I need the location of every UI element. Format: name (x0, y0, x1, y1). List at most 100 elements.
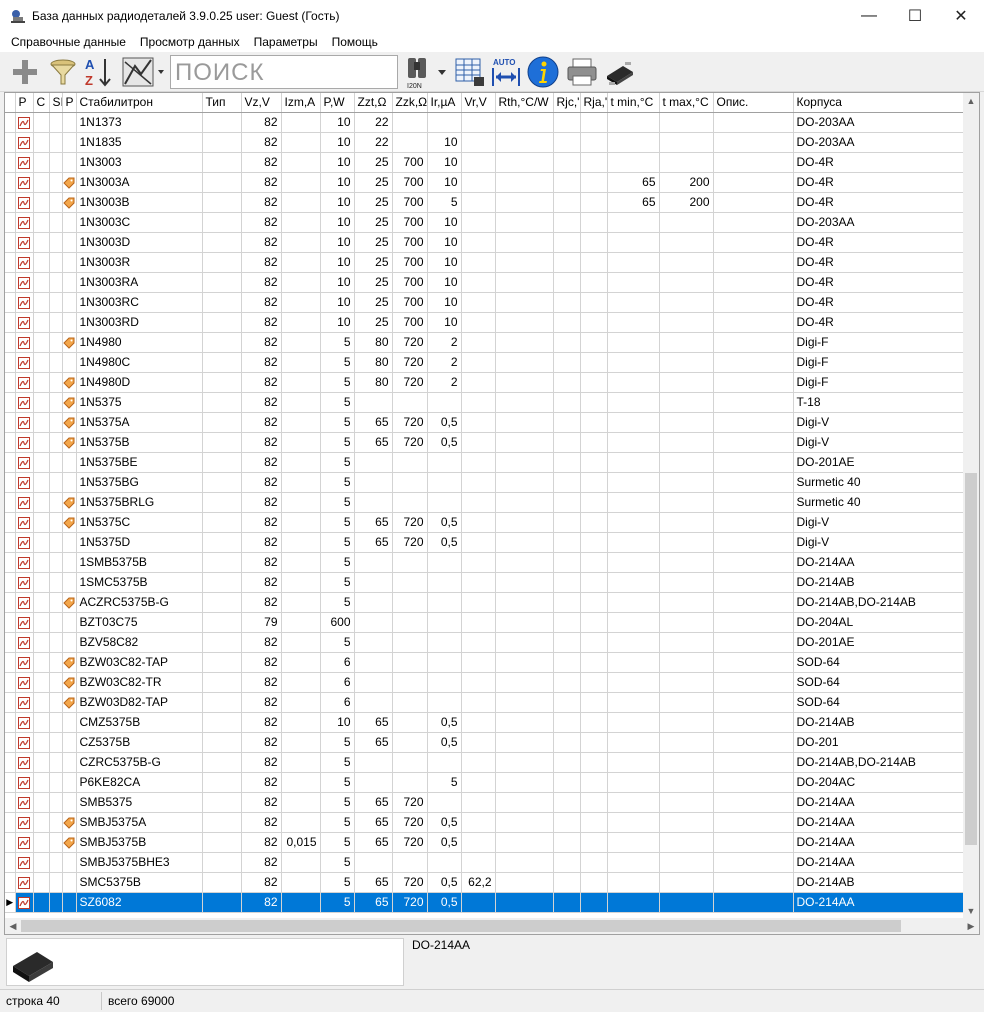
close-button[interactable]: ✕ (938, 0, 984, 32)
table-row[interactable]: 1N5375A 82 5 65 720 0,5 Digi-V (5, 412, 965, 433)
pdf-icon[interactable] (18, 216, 30, 229)
pdf-icon[interactable] (18, 456, 30, 469)
cell-p[interactable] (15, 532, 34, 553)
table-row[interactable]: BZV58C82 82 5 DO-201AE (5, 632, 965, 653)
cell-p[interactable] (15, 232, 34, 253)
scroll-up-icon[interactable]: ▲ (963, 93, 979, 109)
pdf-icon[interactable] (18, 876, 30, 889)
table-row[interactable]: BZT03C75 79 600 DO-204AL (5, 612, 965, 633)
pdf-icon[interactable] (18, 656, 30, 669)
header-col-zzt[interactable]: Zzt,Ω (354, 93, 393, 113)
pdf-icon[interactable] (18, 716, 30, 729)
table-row[interactable]: SMC5375B 82 5 65 720 0,5 62,2 DO-214AB (5, 872, 965, 893)
table-row[interactable]: 1N5375BG 82 5 Surmetic 40 (5, 472, 965, 493)
price-tag-icon[interactable] (63, 597, 75, 609)
table-row[interactable]: BZW03C82-TAP 82 6 SOD-64 (5, 652, 965, 673)
cell-p[interactable] (15, 492, 34, 513)
table-row[interactable]: BZW03C82-TR 82 6 SOD-64 (5, 672, 965, 693)
cell-p[interactable] (15, 852, 34, 873)
cell-p[interactable] (15, 372, 34, 393)
horizontal-scrollbar[interactable]: ◀ ▶ (5, 918, 979, 934)
cell-p[interactable] (15, 552, 34, 573)
cell-p[interactable] (15, 312, 34, 333)
pdf-icon[interactable] (18, 896, 30, 909)
filter-button[interactable] (46, 54, 80, 90)
pdf-icon[interactable] (18, 676, 30, 689)
horizontal-scroll-thumb[interactable] (21, 920, 901, 932)
cell-p[interactable] (15, 512, 34, 533)
price-tag-icon[interactable] (63, 417, 75, 429)
print-button[interactable] (564, 54, 600, 90)
pdf-icon[interactable] (18, 776, 30, 789)
pdf-icon[interactable] (18, 316, 30, 329)
table-row[interactable]: 1N4980C 82 5 80 720 2 Digi-F (5, 352, 965, 373)
cell-p[interactable] (15, 812, 34, 833)
pdf-icon[interactable] (18, 836, 30, 849)
cell-p[interactable] (15, 772, 34, 793)
menu-view-data[interactable]: Просмотр данных (133, 35, 247, 49)
header-col-tmax[interactable]: t max,°C (659, 93, 714, 113)
pdf-icon[interactable] (18, 356, 30, 369)
header-col-ir[interactable]: Ir,µA (427, 93, 462, 113)
cell-p[interactable] (15, 832, 34, 853)
pdf-icon[interactable] (18, 256, 30, 269)
add-button[interactable] (8, 54, 42, 90)
table-row[interactable]: CMZ5375B 82 10 65 0,5 DO-214AB (5, 712, 965, 733)
table-row[interactable]: 1SMC5375B 82 5 DO-214AB (5, 572, 965, 593)
cell-p[interactable] (15, 272, 34, 293)
cell-p[interactable] (15, 432, 34, 453)
cell-p[interactable] (15, 452, 34, 473)
table-row[interactable]: 1N3003C 82 10 25 700 10 DO-203AA (5, 212, 965, 233)
pdf-icon[interactable] (18, 536, 30, 549)
table-row[interactable]: 1N4980D 82 5 80 720 2 Digi-F (5, 372, 965, 393)
minimize-button[interactable]: — (846, 0, 892, 32)
table-row[interactable]: 1N5375D 82 5 65 720 0,5 Digi-V (5, 532, 965, 553)
table-row[interactable]: ACZRC5375B-G 82 5 DO-214AB,DO-214AB (5, 592, 965, 613)
table-row[interactable]: BZW03D82-TAP 82 6 SOD-64 (5, 692, 965, 713)
pdf-icon[interactable] (18, 756, 30, 769)
header-col-p[interactable]: P (15, 93, 34, 113)
pdf-icon[interactable] (18, 796, 30, 809)
header-col-desc[interactable]: Опис. (713, 93, 794, 113)
pdf-icon[interactable] (18, 196, 30, 209)
chart-filter-button[interactable] (120, 54, 168, 90)
find-button[interactable]: I20N (404, 54, 448, 90)
price-tag-icon[interactable] (63, 397, 75, 409)
pdf-icon[interactable] (18, 556, 30, 569)
pdf-icon[interactable] (18, 636, 30, 649)
cell-p[interactable] (15, 712, 34, 733)
scroll-down-icon[interactable]: ▼ (963, 903, 979, 919)
data-grid[interactable]: P C SI P Стабилитрон Тип Vz,V Izm,A P,W … (4, 92, 980, 935)
header-col-izm[interactable]: Izm,A (281, 93, 321, 113)
cell-p[interactable] (15, 112, 34, 133)
table-row[interactable]: ▶ SZ6082 82 5 65 720 0,5 DO-214AA (5, 892, 965, 913)
price-tag-icon[interactable] (63, 197, 75, 209)
cell-p[interactable] (15, 572, 34, 593)
scroll-left-icon[interactable]: ◀ (5, 918, 21, 934)
price-tag-icon[interactable] (63, 657, 75, 669)
price-tag-icon[interactable] (63, 697, 75, 709)
table-row[interactable]: 1N5375C 82 5 65 720 0,5 Digi-V (5, 512, 965, 533)
pdf-icon[interactable] (18, 276, 30, 289)
price-tag-icon[interactable] (63, 337, 75, 349)
table-row[interactable]: 1N4980 82 5 80 720 2 Digi-F (5, 332, 965, 353)
pdf-icon[interactable] (18, 136, 30, 149)
header-col-rjc[interactable]: Rjc,' (553, 93, 581, 113)
price-tag-icon[interactable] (63, 497, 75, 509)
maximize-button[interactable]: ☐ (892, 0, 938, 32)
table-row[interactable]: P6KE82CA 82 5 5 DO-204AC (5, 772, 965, 793)
table-row[interactable]: SMBJ5375BHE3 82 5 DO-214AA (5, 852, 965, 873)
header-col-pw[interactable]: P,W (320, 93, 355, 113)
header-col-rth[interactable]: Rth,°C/W (495, 93, 554, 113)
table-row[interactable]: 1N3003D 82 10 25 700 10 DO-4R (5, 232, 965, 253)
price-tag-icon[interactable] (63, 517, 75, 529)
table-row[interactable]: 1N5375BE 82 5 DO-201AE (5, 452, 965, 473)
table-row[interactable]: SMBJ5375A 82 5 65 720 0,5 DO-214AA (5, 812, 965, 833)
header-col-rja[interactable]: Rja,' (580, 93, 608, 113)
cell-p[interactable] (15, 392, 34, 413)
cell-p[interactable] (15, 692, 34, 713)
header-col-tmin[interactable]: t min,°C (607, 93, 660, 113)
price-tag-icon[interactable] (63, 837, 75, 849)
vertical-scroll-thumb[interactable] (965, 473, 977, 845)
pdf-icon[interactable] (18, 416, 30, 429)
